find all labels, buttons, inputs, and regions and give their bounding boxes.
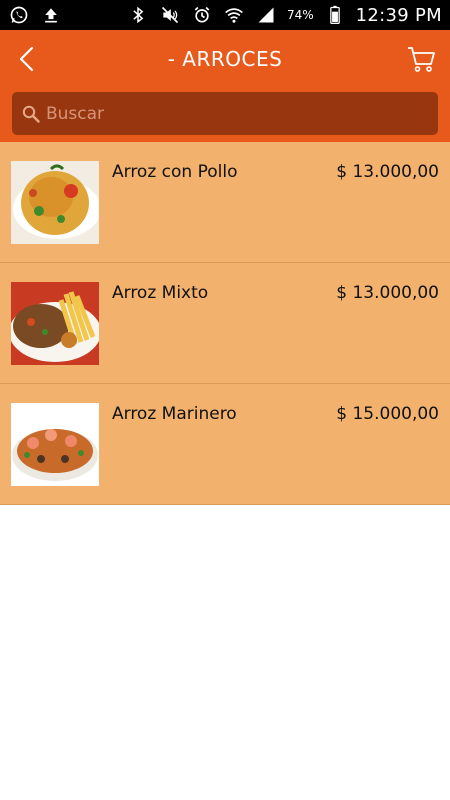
app-header-top: - ARROCES (0, 30, 450, 88)
search-bar[interactable] (12, 92, 438, 135)
list-item[interactable]: Arroz con Pollo $ 13.000,00 (0, 142, 450, 263)
dish-list: Arroz con Pollo $ 13.000,00 Arroz Mixto … (0, 142, 450, 505)
dish-price: $ 13.000,00 (336, 162, 439, 182)
dish-image (11, 161, 99, 244)
search-icon (22, 105, 40, 123)
status-bar: 74% 12:39 PM (0, 0, 450, 30)
alarm-icon (191, 4, 213, 26)
list-item[interactable]: Arroz Mixto $ 13.000,00 (0, 263, 450, 384)
cart-button[interactable] (404, 42, 438, 76)
dish-price: $ 13.000,00 (336, 283, 439, 303)
app-header: - ARROCES (0, 30, 450, 142)
dish-name: Arroz Marinero (112, 404, 237, 424)
battery-percentage: 74% (286, 8, 314, 22)
dish-image (11, 403, 99, 486)
mute-icon (159, 4, 181, 26)
back-button[interactable] (10, 42, 42, 76)
dish-name: Arroz con Pollo (112, 162, 238, 182)
dish-image (11, 282, 99, 365)
status-bar-left (8, 4, 62, 26)
wifi-icon (223, 4, 245, 26)
chevron-left-icon (19, 46, 34, 72)
whatsapp-icon (8, 4, 30, 26)
status-bar-right: 74% 12:39 PM (127, 4, 442, 26)
bluetooth-icon (127, 4, 149, 26)
dish-name: Arroz Mixto (112, 283, 209, 303)
upload-icon (40, 4, 62, 26)
signal-icon (255, 4, 277, 26)
search-input[interactable] (40, 92, 438, 135)
clock: 12:39 PM (355, 4, 442, 26)
page-title: - ARROCES (167, 47, 283, 71)
dish-price: $ 15.000,00 (336, 404, 439, 424)
battery-icon (324, 4, 346, 26)
cart-icon (408, 47, 435, 72)
list-item[interactable]: Arroz Marinero $ 15.000,00 (0, 384, 450, 505)
